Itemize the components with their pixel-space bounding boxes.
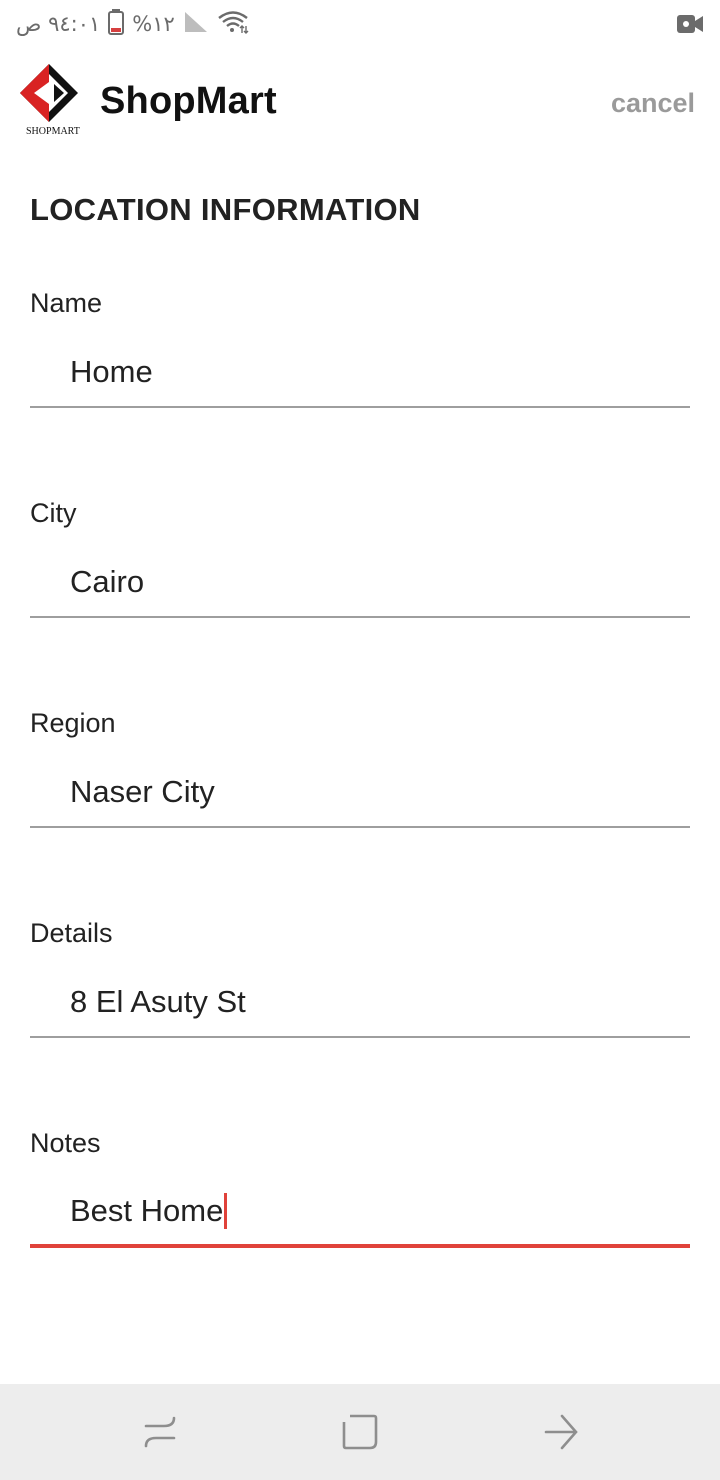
video-record-icon: [676, 12, 704, 36]
battery-percent: %١٢: [132, 12, 175, 36]
name-value: Home: [70, 354, 153, 389]
region-input[interactable]: Naser City: [30, 758, 690, 828]
details-input[interactable]: 8 El Asuty St: [30, 968, 690, 1038]
cancel-button[interactable]: cancel: [611, 88, 695, 119]
home-icon[interactable]: [338, 1410, 382, 1454]
navigation-bar: [0, 1384, 720, 1480]
notes-label: Notes: [30, 1128, 101, 1158]
city-label: City: [30, 498, 77, 528]
back-icon[interactable]: [540, 1410, 584, 1454]
region-value: Naser City: [70, 774, 215, 809]
notes-field-group: Notes Best Home: [30, 1128, 690, 1278]
section-title: LOCATION INFORMATION: [30, 192, 421, 227]
brand-title: ShopMart: [100, 80, 277, 122]
name-field-group: Name Home: [30, 288, 690, 438]
shopmart-logo: SHOPMART: [18, 62, 84, 142]
city-field-group: City Cairo: [30, 498, 690, 648]
notes-input[interactable]: Best Home: [30, 1178, 690, 1248]
name-label: Name: [30, 288, 103, 318]
notes-value: Best Home: [70, 1193, 224, 1228]
screen: ١٠:٤٩ ص %١٢ SHOPMART ShopMart cancel LOC…: [0, 0, 720, 1480]
city-value: Cairo: [70, 564, 145, 599]
details-field-group: Details 8 El Asuty St: [30, 918, 690, 1068]
details-label: Details: [30, 918, 113, 948]
details-value: 8 El Asuty St: [70, 984, 246, 1019]
logo-text: SHOPMART: [26, 126, 80, 137]
text-cursor: [224, 1193, 228, 1229]
region-label: Region: [30, 708, 116, 738]
region-field-group: Region Naser City: [30, 708, 690, 858]
city-input[interactable]: Cairo: [30, 548, 690, 618]
status-bar: ١٠:٤٩ ص %١٢: [0, 0, 720, 48]
battery-icon: [108, 8, 125, 40]
status-time: ١٠:٤٩ ص: [16, 12, 101, 36]
name-input[interactable]: Home: [30, 338, 690, 408]
status-left: ١٠:٤٩ ص %١٢: [16, 8, 249, 40]
wifi-icon: [217, 9, 249, 40]
signal-icon: [183, 10, 209, 39]
recent-apps-icon[interactable]: [138, 1410, 182, 1454]
app-header: SHOPMART ShopMart cancel: [0, 56, 720, 146]
